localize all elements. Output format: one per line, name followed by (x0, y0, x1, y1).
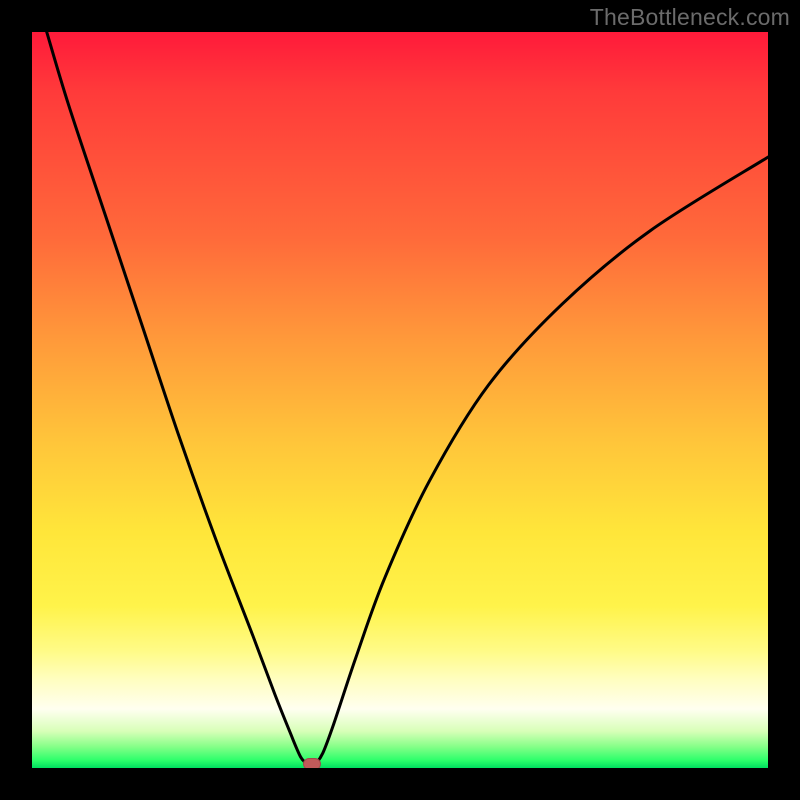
plot-area (32, 32, 768, 768)
watermark-text: TheBottleneck.com (590, 4, 790, 31)
chart-frame: TheBottleneck.com (0, 0, 800, 800)
bottleneck-curve (32, 32, 768, 768)
optimal-point-marker (303, 758, 321, 768)
